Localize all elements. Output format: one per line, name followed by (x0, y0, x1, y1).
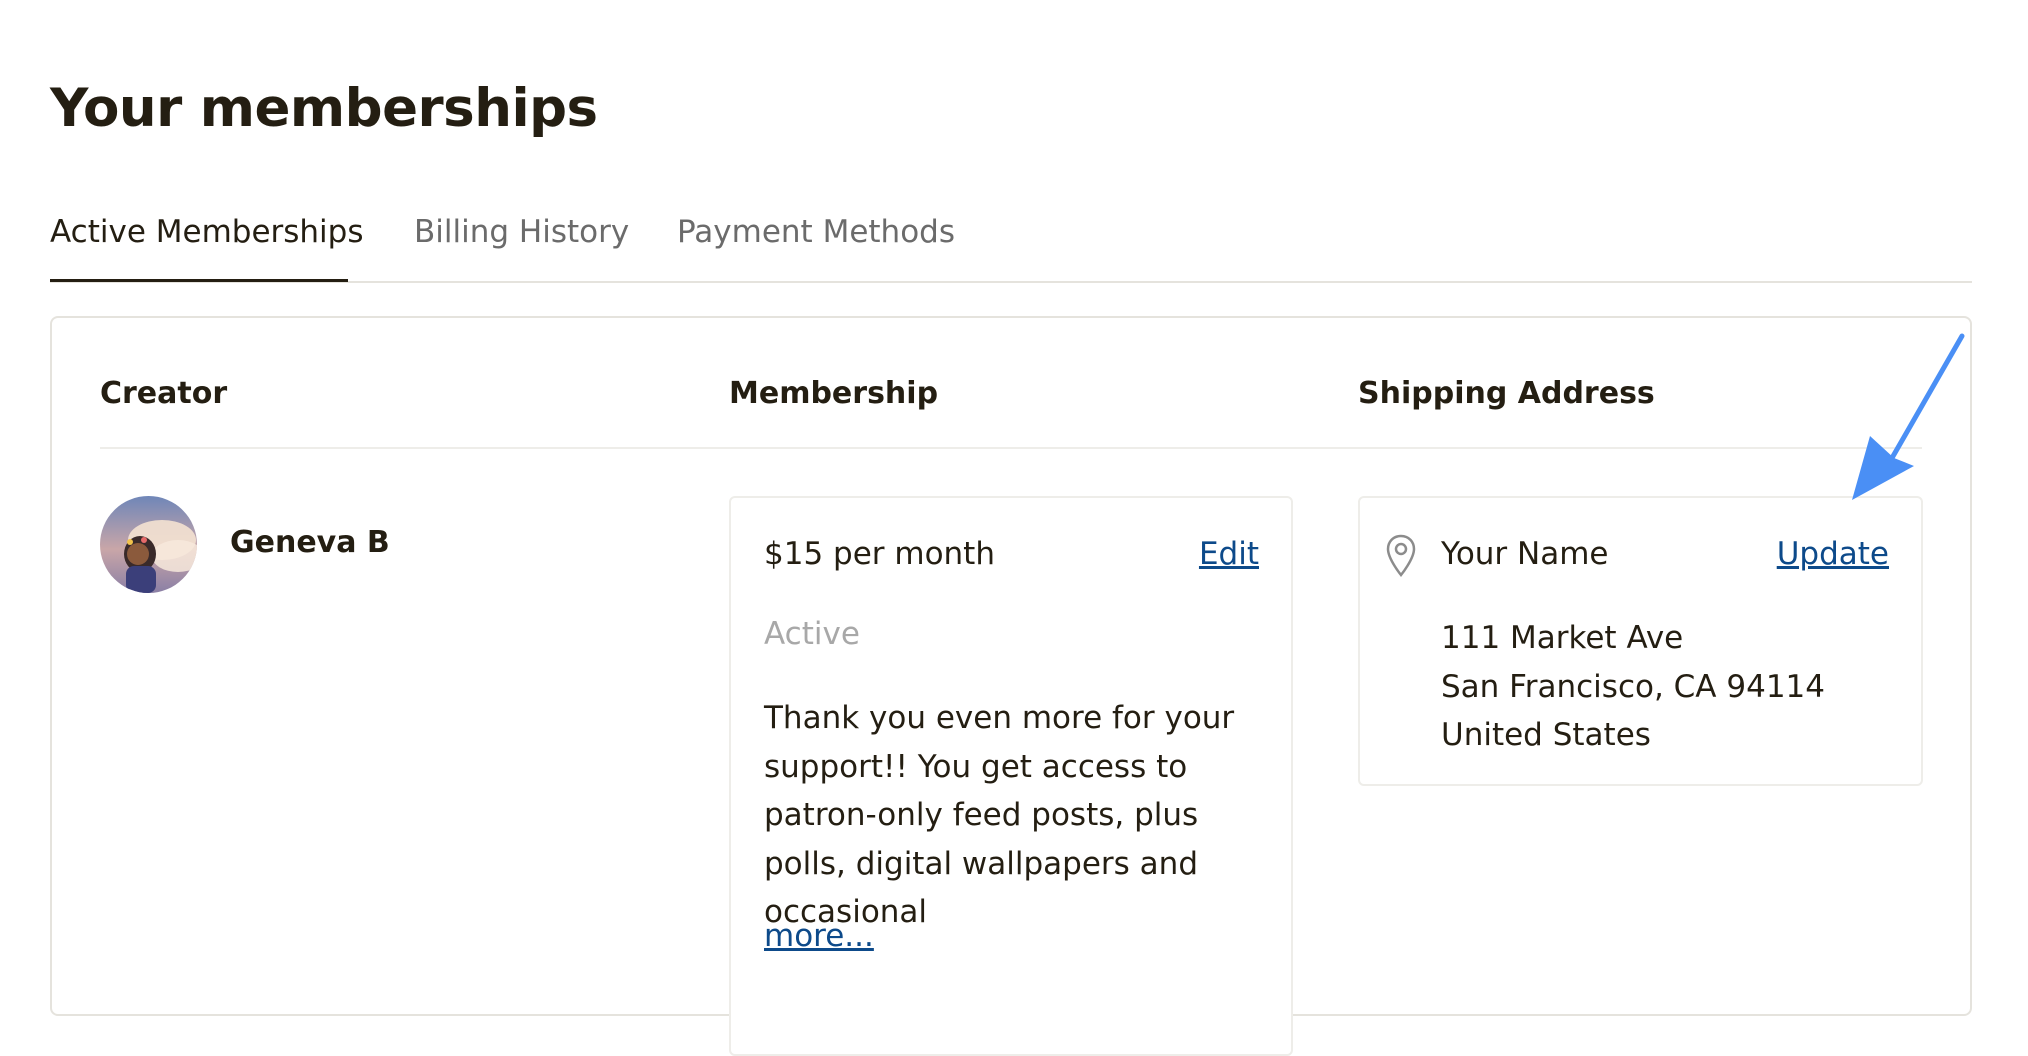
creator-avatar[interactable] (100, 496, 197, 593)
address-street: 111 Market Ave (1441, 620, 1684, 656)
membership-details-card: $15 per month Edit Active Thank you even… (729, 496, 1293, 1056)
membership-price: $15 per month (764, 536, 995, 572)
membership-description: Thank you even more for your support!! Y… (764, 700, 1235, 930)
shipping-recipient-name: Your Name (1441, 536, 1609, 572)
shipping-column-header: Shipping Address (1358, 376, 1655, 411)
active-tab-indicator (50, 279, 348, 282)
edit-membership-link[interactable]: Edit (1199, 534, 1259, 574)
page-title: Your memberships (50, 78, 598, 139)
address-city: San Francisco, CA 94114 (1441, 668, 1825, 705)
creator-name[interactable]: Geneva B (230, 523, 390, 563)
creator-column-header: Creator (100, 376, 228, 411)
more-description-link[interactable]: more... (764, 916, 874, 956)
membership-column-header: Membership (729, 376, 939, 411)
tab-payment-methods[interactable]: Payment Methods (677, 212, 955, 252)
location-pin-icon (1386, 534, 1416, 577)
shipping-address-lines: 111 Market Ave San Francisco, CA 94114 U… (1441, 614, 1825, 760)
update-address-link[interactable]: Update (1777, 534, 1889, 574)
header-divider (100, 447, 1922, 449)
memberships-card: Creator Membership Shipping Address Gene… (50, 316, 1972, 1056)
shipping-address-card: Your Name Update 111 Market Ave San Fran… (1358, 496, 1923, 786)
avatar-image (100, 496, 197, 593)
membership-status: Active (764, 616, 860, 652)
tab-billing-history[interactable]: Billing History (414, 212, 629, 252)
tab-bar: Active Memberships Billing History Payme… (50, 198, 1972, 283)
tab-active-memberships[interactable]: Active Memberships (50, 212, 364, 252)
address-country: United States (1441, 717, 1651, 753)
